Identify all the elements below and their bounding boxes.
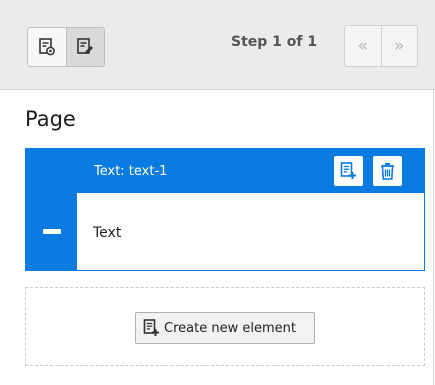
create-new-element-button[interactable]: Create new element	[135, 312, 315, 344]
toolbar: Step 1 of 1 « »	[0, 0, 435, 90]
preview-icon	[39, 38, 55, 56]
add-element-icon	[143, 319, 160, 337]
element-body[interactable]: Text	[77, 193, 424, 270]
double-chevron-left-icon: «	[357, 36, 368, 56]
edit-form-button[interactable]	[65, 28, 104, 66]
drag-handle-area[interactable]	[26, 193, 77, 270]
step-indicator: Step 1 of 1	[231, 34, 318, 50]
element-title: Text: text-1	[94, 164, 168, 179]
view-mode-switch	[27, 27, 105, 67]
previous-step-button[interactable]: «	[345, 26, 381, 66]
element-drop-zone: Create new element	[25, 287, 425, 366]
element-label: Text	[93, 225, 122, 241]
edit-form-icon	[77, 38, 94, 54]
double-chevron-right-icon: »	[394, 36, 405, 56]
panel-border	[433, 90, 434, 385]
add-element-icon	[340, 162, 356, 179]
preview-button[interactable]	[28, 28, 66, 66]
form-element-text-1[interactable]: Text: text-1 Text	[25, 148, 425, 271]
element-header: Text: text-1	[26, 149, 424, 193]
step-navigation: « »	[344, 25, 418, 67]
drag-handle-icon	[42, 229, 61, 234]
trash-icon	[381, 163, 394, 180]
create-new-element-label: Create new element	[164, 320, 296, 336]
add-element-button[interactable]	[334, 156, 363, 186]
next-step-button[interactable]: »	[380, 26, 418, 66]
delete-element-button[interactable]	[373, 156, 402, 186]
page-title: Page	[25, 107, 76, 131]
